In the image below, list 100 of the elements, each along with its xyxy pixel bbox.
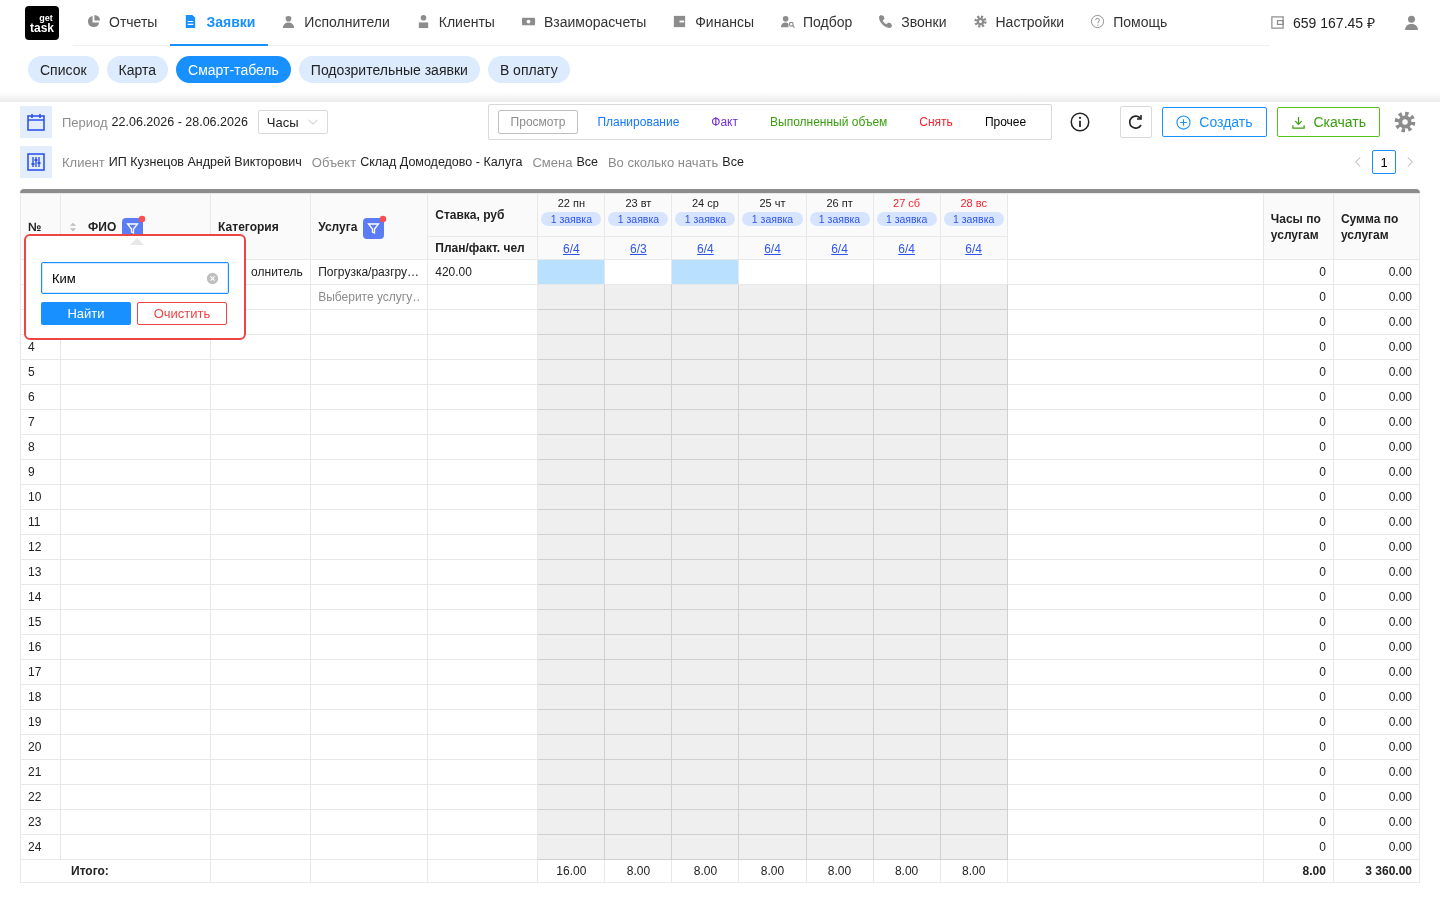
column-header: ФИО (88, 219, 117, 234)
help-icon (1090, 14, 1106, 29)
nav-item[interactable]: Отчеты (73, 0, 171, 46)
mode-tab[interactable]: Планирование (584, 110, 693, 134)
nav-item[interactable]: Настройки (959, 0, 1078, 46)
tab[interactable]: Карта (106, 56, 169, 83)
request-count-badge[interactable]: 1 заявка (742, 212, 803, 226)
table-cell: 0 (1319, 290, 1326, 304)
plan-fact-link[interactable]: 6/4 (965, 241, 982, 256)
phone-icon (878, 14, 894, 29)
column-header: Часы по услугам (1270, 211, 1321, 242)
service-select-field[interactable]: Выберите услугу… (318, 290, 421, 304)
day-header: 24 ср (691, 197, 720, 211)
table-cell: 0 (1319, 615, 1326, 629)
request-count-badge[interactable]: 1 заявка (809, 212, 870, 226)
clear-icon (206, 272, 219, 285)
table-cell: Погрузка/разгру… (318, 265, 420, 279)
table-cell: 0 (1319, 565, 1326, 579)
day-header: 26 пт (825, 197, 854, 211)
nav-item[interactable]: Клиенты (402, 0, 508, 46)
total-label: Итого: (71, 864, 109, 878)
wallet-icon (1270, 15, 1286, 30)
table-cell: 0.00 (1388, 640, 1412, 654)
plus-circle-icon (1176, 114, 1192, 130)
table-cell: 0.00 (1388, 465, 1412, 479)
day-cell[interactable] (738, 259, 806, 285)
nav-item[interactable]: Подбор (767, 0, 866, 46)
day-cell[interactable] (873, 259, 941, 285)
column-header: № (28, 219, 42, 234)
filter-value: Все (576, 155, 598, 169)
table-cell: 0.00 (1388, 390, 1412, 404)
table-cell: 13 (28, 565, 42, 579)
day-cell[interactable] (604, 259, 672, 285)
plan-fact-link[interactable]: 6/4 (697, 241, 714, 256)
table-cell: 0 (1319, 265, 1326, 279)
mode-tab[interactable]: Выполненный объем (757, 110, 901, 134)
mode-tab[interactable]: Просмотр (497, 110, 579, 134)
clear-button[interactable]: Очистить (137, 302, 227, 325)
day-cell[interactable] (806, 259, 874, 285)
tab[interactable]: Смарт-табель (176, 56, 291, 83)
table-cell: 0 (1319, 465, 1326, 479)
table-cell: 0 (1319, 440, 1326, 454)
plan-fact-link[interactable]: 6/4 (831, 241, 848, 256)
settings-icon (1394, 111, 1416, 133)
table-cell: 8 (28, 440, 35, 454)
tab[interactable]: Подозрительные заявки (298, 56, 480, 83)
tab[interactable]: В оплату (487, 56, 570, 83)
day-header: 28 вс (959, 197, 988, 211)
balance-amount: 659 167.45 ₽ (1293, 14, 1375, 32)
plan-fact-link[interactable]: 6/4 (563, 241, 580, 256)
mode-tab[interactable]: Факт (698, 110, 751, 134)
table-cell: 0.00 (1388, 490, 1412, 504)
request-count-badge[interactable]: 1 заявка (541, 212, 602, 226)
filter-label: Смена (532, 154, 573, 170)
refresh-button[interactable] (1120, 106, 1153, 138)
nav-item[interactable]: Финансы (659, 0, 767, 46)
table-cell: 0 (1319, 740, 1326, 754)
request-count-badge[interactable]: 1 заявка (608, 212, 669, 226)
nav-item[interactable]: Заявки (170, 0, 269, 46)
table-cell: 0.00 (1388, 365, 1412, 379)
table-cell: 0 (1319, 715, 1326, 729)
page-button[interactable]: 1 (1372, 150, 1396, 174)
request-count-badge[interactable]: 1 заявка (876, 212, 937, 226)
tab[interactable]: Список (28, 56, 99, 83)
logo[interactable]: get task (25, 5, 59, 40)
total-cell: 8.00 (760, 864, 785, 878)
day-cell[interactable] (940, 259, 1008, 285)
table-cell: 0.00 (1388, 340, 1412, 354)
settings-icon (972, 14, 988, 29)
nav-item[interactable]: Помощь (1077, 0, 1181, 46)
filter-settings-icon[interactable] (20, 146, 52, 178)
nav-item[interactable]: Звонки (865, 0, 960, 46)
table-cell: 12 (28, 540, 42, 554)
filter-label: Клиент (62, 154, 105, 170)
table-cell: 0 (1319, 665, 1326, 679)
search-button[interactable]: Найти (41, 302, 131, 325)
table-cell: 0.00 (1388, 740, 1412, 754)
search-field[interactable]: Ким (41, 262, 229, 294)
calendar-icon[interactable] (20, 106, 52, 138)
table-cell: 0 (1319, 390, 1326, 404)
create-button[interactable]: Создать (1162, 107, 1267, 137)
table-cell: 16 (28, 640, 42, 654)
plan-fact-link[interactable]: 6/4 (764, 241, 781, 256)
table-cell: 0 (1319, 515, 1326, 529)
person-search-icon (780, 14, 795, 29)
plan-fact-link[interactable]: 6/3 (630, 241, 647, 256)
table-cell: 0.00 (1388, 815, 1412, 829)
day-header: 25 чт (758, 197, 787, 211)
filter-icon[interactable] (363, 214, 388, 239)
request-count-badge[interactable]: 1 заявка (675, 212, 736, 226)
unit-select[interactable]: Часы (257, 110, 328, 134)
day-header: 27 сб (892, 197, 922, 211)
service-select-field[interactable]: Выберите услугу… (310, 284, 428, 310)
mode-tab[interactable]: Снять (906, 110, 966, 134)
mode-tab[interactable]: Прочее (971, 110, 1040, 134)
download-button[interactable]: Скачать (1276, 107, 1380, 137)
request-count-badge[interactable]: 1 заявка (943, 212, 1004, 226)
nav-item[interactable]: Взаиморасчеты (507, 0, 660, 46)
plan-fact-link[interactable]: 6/4 (898, 241, 915, 256)
nav-item[interactable]: Исполнители (268, 0, 403, 46)
